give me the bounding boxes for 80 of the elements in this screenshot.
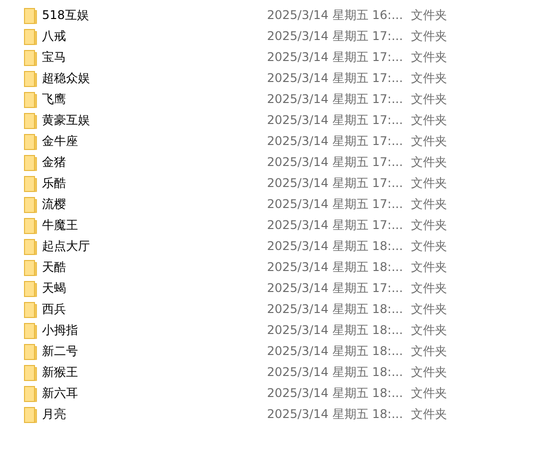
folder-name: 新猴王	[42, 364, 79, 381]
folder-name: 起点大厅	[42, 238, 91, 255]
item-type: 文件夹	[411, 259, 448, 276]
folder-icon	[24, 70, 37, 86]
date-modified: 2025/3/14 星期五 18:...	[267, 238, 404, 255]
folder-icon	[24, 196, 37, 212]
folder-icon	[24, 302, 37, 318]
item-type: 文件夹	[411, 112, 448, 129]
date-modified: 2025/3/14 星期五 17:...	[267, 70, 404, 87]
folder-icon	[24, 364, 37, 380]
date-modified: 2025/3/14 星期五 18:...	[267, 259, 404, 276]
date-modified: 2025/3/14 星期五 17:...	[267, 154, 404, 171]
item-type: 文件夹	[411, 28, 448, 45]
item-type: 文件夹	[411, 238, 448, 255]
folder-icon	[24, 260, 37, 276]
folder-icon	[24, 238, 37, 254]
item-type: 文件夹	[411, 49, 448, 66]
folder-icon	[24, 134, 37, 150]
folder-icon	[24, 386, 37, 402]
date-modified: 2025/3/14 星期五 17:...	[267, 280, 404, 297]
date-modified: 2025/3/14 星期五 17:...	[267, 28, 404, 45]
date-modified: 2025/3/14 星期五 16:...	[267, 7, 404, 24]
folder-icon	[24, 344, 37, 360]
item-type: 文件夹	[411, 322, 448, 339]
folder-name: 八戒	[42, 28, 67, 45]
folder-icon	[24, 280, 37, 296]
item-type: 文件夹	[411, 70, 448, 87]
date-modified: 2025/3/14 星期五 18:...	[267, 343, 404, 360]
item-type: 文件夹	[411, 364, 448, 381]
folder-name: 乐酷	[42, 175, 67, 192]
folder-icon	[24, 28, 37, 44]
date-modified: 2025/3/14 星期五 17:...	[267, 133, 404, 150]
date-modified: 2025/3/14 星期五 17:...	[267, 217, 404, 234]
date-modified: 2025/3/14 星期五 17:...	[267, 112, 404, 129]
folder-icon	[24, 322, 37, 338]
date-modified: 2025/3/14 星期五 17:...	[267, 91, 404, 108]
folder-icon	[24, 218, 37, 234]
item-type: 文件夹	[411, 406, 448, 423]
date-modified: 2025/3/14 星期五 18:...	[267, 322, 404, 339]
folder-name: 天酷	[42, 259, 67, 276]
folder-icon	[24, 176, 37, 192]
folder-name: 金牛座	[42, 133, 79, 150]
item-type: 文件夹	[411, 196, 448, 213]
folder-icon	[24, 92, 37, 108]
folder-icon	[24, 8, 37, 24]
date-modified: 2025/3/14 星期五 17:...	[267, 49, 404, 66]
folder-name: 流樱	[42, 196, 67, 213]
item-type: 文件夹	[411, 133, 448, 150]
folder-name: 天蝎	[42, 280, 67, 297]
item-type: 文件夹	[411, 301, 448, 318]
folder-name: 金猪	[42, 154, 67, 171]
folder-name: 飞鹰	[42, 91, 67, 108]
item-type: 文件夹	[411, 343, 448, 360]
item-type: 文件夹	[411, 91, 448, 108]
folder-name: 宝马	[42, 49, 67, 66]
folder-name: 新二号	[42, 343, 79, 360]
folder-name: 小拇指	[42, 322, 79, 339]
date-modified: 2025/3/14 星期五 18:...	[267, 301, 404, 318]
item-type: 文件夹	[411, 7, 448, 24]
folder-name: 月亮	[42, 406, 67, 423]
folder-icon	[24, 112, 37, 128]
folder-icon	[24, 406, 37, 422]
date-modified: 2025/3/14 星期五 18:...	[267, 406, 404, 423]
folder-name: 黄豪互娱	[42, 112, 91, 129]
folder-name: 西兵	[42, 301, 67, 318]
folder-name: 新六耳	[42, 385, 79, 402]
folder-icon	[24, 50, 37, 66]
folder-icon	[24, 154, 37, 170]
item-type: 文件夹	[411, 385, 448, 402]
date-modified: 2025/3/14 星期五 18:...	[267, 364, 404, 381]
folder-name: 518互娱	[42, 7, 90, 24]
folder-name: 牛魔王	[42, 217, 79, 234]
date-modified: 2025/3/14 星期五 18:...	[267, 385, 404, 402]
item-type: 文件夹	[411, 280, 448, 297]
date-modified: 2025/3/14 星期五 17:...	[267, 175, 404, 192]
date-modified: 2025/3/14 星期五 17:...	[267, 196, 404, 213]
item-type: 文件夹	[411, 217, 448, 234]
folder-name: 超稳众娱	[42, 70, 91, 87]
item-type: 文件夹	[411, 154, 448, 171]
item-type: 文件夹	[411, 175, 448, 192]
